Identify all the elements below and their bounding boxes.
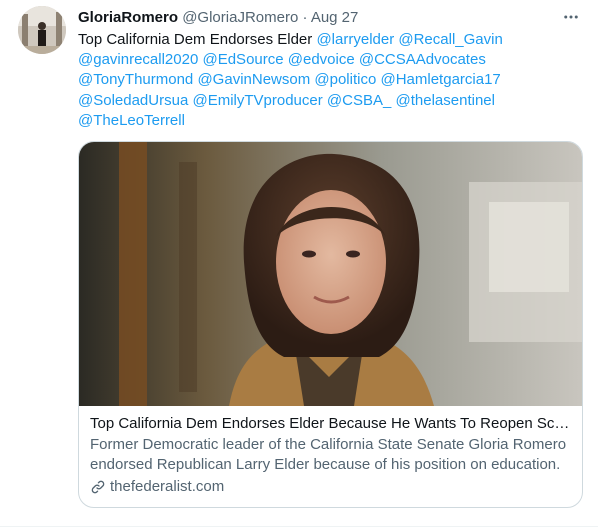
mention-link[interactable]: @CSBA_: [327, 92, 391, 109]
mention-link[interactable]: @EdSource: [202, 51, 283, 68]
tweet[interactable]: GloriaRomero @GloriaJRomero · Aug 27 Top…: [0, 0, 598, 527]
tweet-text-segment: Top California Dem Endorses Elder: [78, 31, 317, 48]
tweet-text: Top California Dem Endorses Elder @larry…: [78, 30, 588, 131]
card-domain: thefederalist.com: [110, 478, 225, 495]
mention-link[interactable]: @GavinNewsom: [197, 71, 310, 88]
mention-link[interactable]: @SoledadUrsua: [78, 92, 188, 109]
mention-link[interactable]: @larryelder: [316, 31, 394, 48]
card-photo: [79, 142, 582, 406]
more-options-button[interactable]: [560, 6, 582, 28]
tweet-header: GloriaRomero @GloriaJRomero · Aug 27: [78, 8, 582, 28]
mention-link[interactable]: @edvoice: [288, 51, 355, 68]
card-meta: Top California Dem Endorses Elder Becaus…: [90, 414, 572, 497]
mention-link[interactable]: @TonyThurmond: [78, 71, 193, 88]
mention-link[interactable]: @thelasentinel: [396, 92, 495, 109]
card-title[interactable]: Top California Dem Endorses Elder Becaus…: [90, 414, 572, 434]
header-separator: ·: [302, 9, 308, 26]
mention-link[interactable]: @EmilyTVproducer: [192, 92, 322, 109]
mention-link[interactable]: @CCSAAdvocates: [359, 51, 486, 68]
mention-link[interactable]: @Recall_Gavin: [398, 31, 502, 48]
mention-link[interactable]: @TheLeoTerrell: [78, 112, 185, 129]
mention-link[interactable]: @politico: [314, 71, 376, 88]
display-name[interactable]: GloriaRomero: [78, 9, 178, 26]
mention-link[interactable]: @Hamletgarcia17: [380, 71, 500, 88]
tweet-date[interactable]: Aug 27: [311, 9, 359, 26]
mention-link[interactable]: @gavinrecall2020: [78, 51, 198, 68]
card-image[interactable]: [79, 142, 582, 406]
link-icon: [91, 480, 105, 494]
avatar[interactable]: [18, 6, 66, 54]
handle[interactable]: @GloriaJRomero: [182, 9, 298, 26]
avatar-image: [18, 6, 66, 54]
link-card[interactable]: Top California Dem Endorses Elder Becaus…: [78, 141, 583, 508]
card-description: Former Democratic leader of the Californ…: [90, 436, 567, 473]
more-horizontal-icon: [564, 15, 578, 19]
card-domain-row[interactable]: thefederalist.com: [90, 477, 572, 497]
